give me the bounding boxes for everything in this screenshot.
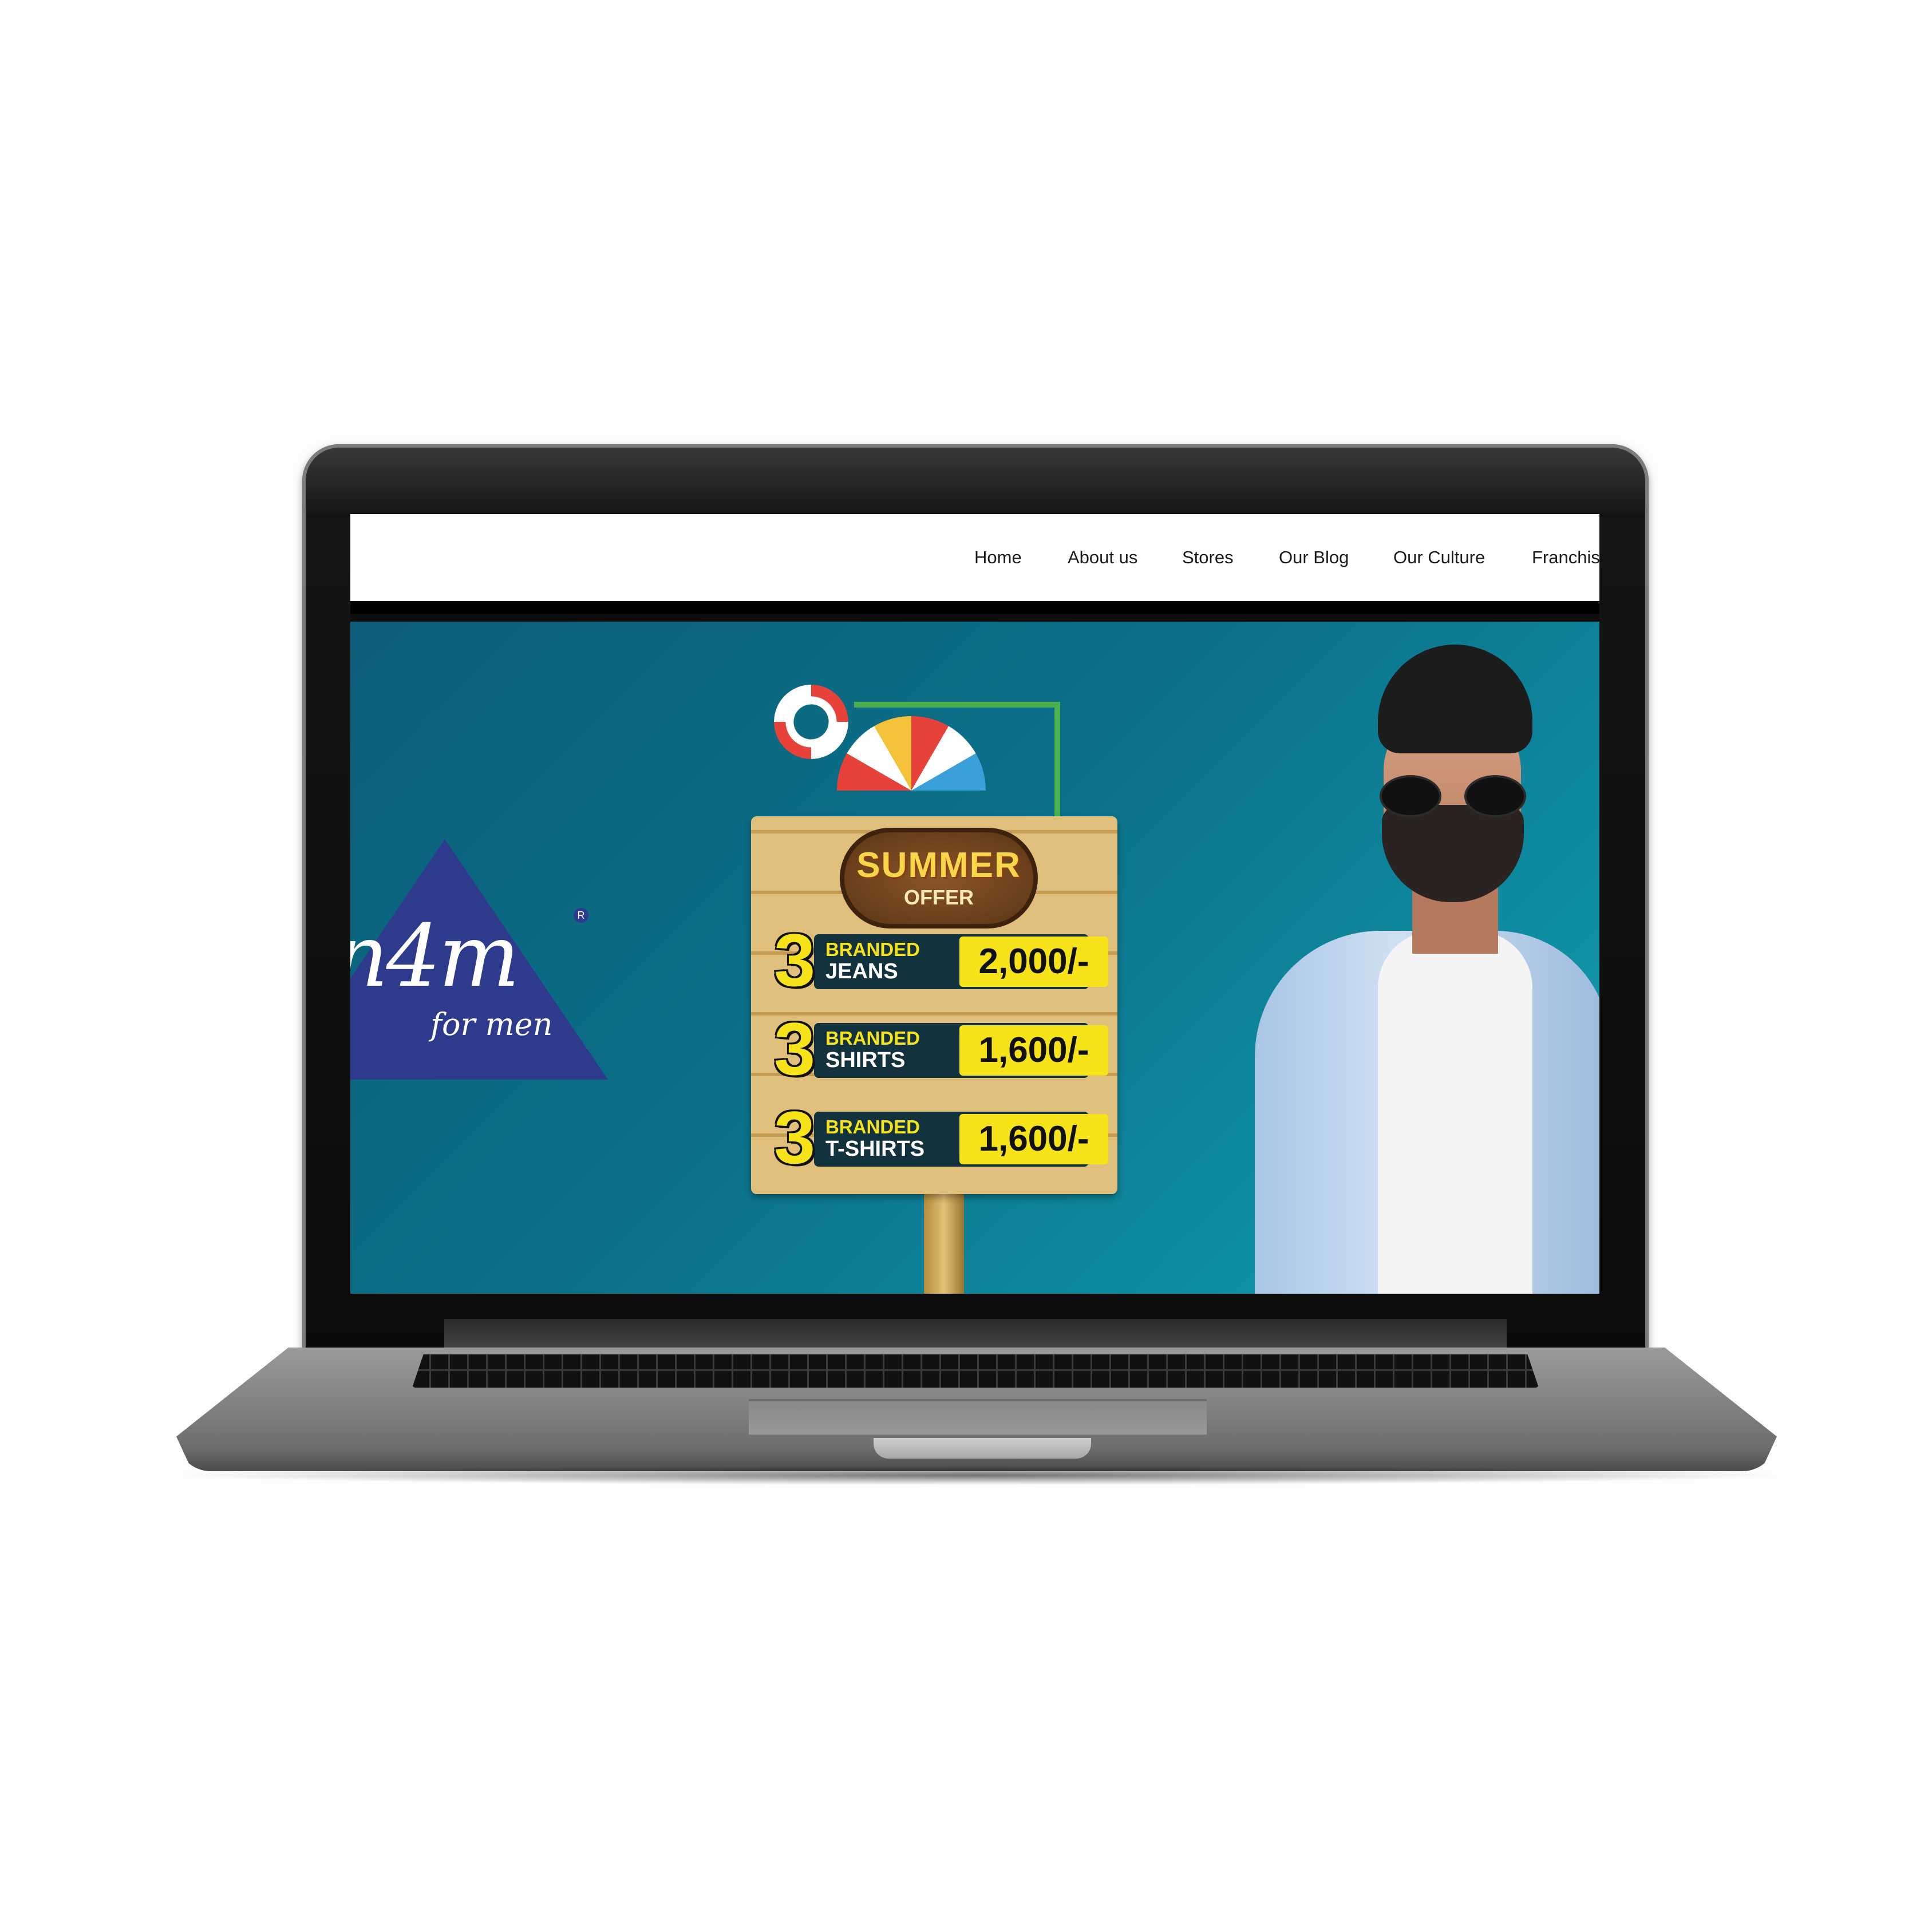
sunglasses-lens-right xyxy=(1464,775,1526,817)
model-photo xyxy=(1255,645,1599,1294)
offer-quantity: 3 xyxy=(774,918,816,1002)
lifebuoy-icon xyxy=(774,685,848,759)
sign-frame-post xyxy=(1054,702,1060,816)
offer-subtitle: OFFER xyxy=(904,886,974,909)
offer-label-product: SHIRTS xyxy=(825,1048,906,1072)
offer-row-jeans: 3 BRANDED JEANS 2,000/- xyxy=(774,923,1108,997)
sign-pole xyxy=(924,1183,964,1294)
laptop-shadow xyxy=(172,1465,1786,1485)
offer-row-shirts: 3 BRANDED SHIRTS 1,600/- xyxy=(774,1012,1108,1086)
model-hair xyxy=(1378,645,1532,753)
brand-logo-tagline: for men xyxy=(430,1006,553,1042)
beach-umbrella-icon xyxy=(837,716,986,791)
nav-our-blog[interactable]: Our Blog xyxy=(1279,547,1349,568)
offer-label-branded: BRANDED xyxy=(825,939,920,960)
nav-home[interactable]: Home xyxy=(974,547,1022,568)
nav-about-us[interactable]: About us xyxy=(1068,547,1137,568)
offer-quantity: 3 xyxy=(774,1096,816,1179)
offer-price: 1,600/- xyxy=(959,1114,1108,1164)
hero-banner[interactable]: n4m for men R SUMMER OFFER 3 BRANDED JEA… xyxy=(350,622,1599,1294)
nav-our-culture[interactable]: Our Culture xyxy=(1393,547,1485,568)
offer-label-product: JEANS xyxy=(825,959,898,983)
offer-price: 2,000/- xyxy=(959,937,1108,987)
summer-offer-badge: SUMMER OFFER xyxy=(840,828,1038,929)
offer-row-tshirts: 3 BRANDED T-SHIRTS 1,600/- xyxy=(774,1100,1108,1175)
top-navbar: Home About us Stores Our Blog Our Cultur… xyxy=(350,514,1599,614)
model-beard xyxy=(1382,805,1524,902)
summer-offer-sign: SUMMER OFFER 3 BRANDED JEANS 2,000/- 3 B… xyxy=(751,685,1117,1294)
sunglasses-lens-left xyxy=(1380,775,1441,817)
nav-franchise[interactable]: Franchis xyxy=(1532,547,1599,568)
summer-title: SUMMER xyxy=(856,846,1021,885)
laptop-keyboard xyxy=(412,1354,1539,1388)
brand-logo-text: n4m xyxy=(350,907,520,1006)
registered-mark-icon: R xyxy=(574,908,588,923)
sign-frame xyxy=(854,702,1060,708)
laptop-trackpad xyxy=(749,1399,1207,1435)
sunglasses-icon xyxy=(1380,775,1526,817)
offer-label-branded: BRANDED xyxy=(825,1028,920,1049)
laptop-screen: Home About us Stores Our Blog Our Cultur… xyxy=(350,514,1599,1294)
nav-stores[interactable]: Stores xyxy=(1182,547,1234,568)
offer-label-product: T-SHIRTS xyxy=(825,1137,925,1161)
model-white-tshirt xyxy=(1378,931,1532,1294)
offer-label-branded: BRANDED xyxy=(825,1116,920,1137)
offer-price: 1,600/- xyxy=(959,1025,1108,1076)
laptop-notch xyxy=(874,1438,1091,1459)
offer-quantity: 3 xyxy=(774,1007,816,1091)
